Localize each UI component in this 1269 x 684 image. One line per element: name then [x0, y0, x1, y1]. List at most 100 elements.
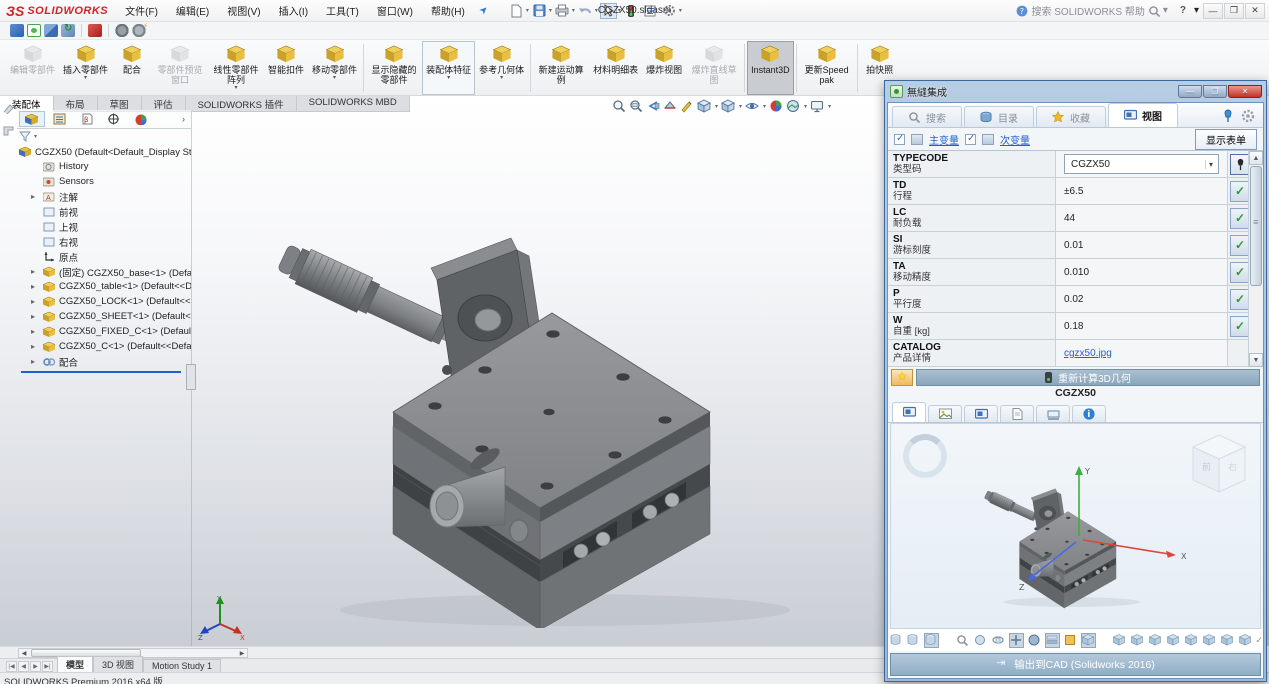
confirm-check-button[interactable]	[1230, 208, 1250, 229]
zoom-fit-icon[interactable]	[612, 99, 626, 113]
undo-button[interactable]	[577, 3, 594, 19]
param-link[interactable]: cgzx50.jpg	[1064, 348, 1112, 359]
chevron-down-icon[interactable]: ▾	[447, 76, 450, 81]
zoom-area-icon[interactable]	[629, 99, 643, 113]
menu-item[interactable]: 窗口(W)	[368, 1, 422, 20]
layers-icon[interactable]	[1045, 633, 1060, 648]
menu-pin-icon[interactable]	[480, 5, 492, 17]
confirm-check-button[interactable]	[1230, 316, 1250, 337]
chevron-down-icon[interactable]: ▾	[333, 76, 336, 81]
tree-expand-arrow[interactable]: ▸	[31, 297, 40, 306]
red-block-icon[interactable]	[88, 24, 102, 37]
view-iso-icon[interactable]	[1112, 633, 1127, 648]
menu-item[interactable]: 文件(F)	[116, 1, 167, 20]
view-dimetric-icon[interactable]	[1237, 633, 1252, 648]
ribbon-button[interactable]: 爆炸视图	[642, 41, 686, 95]
shaded-edges-view-icon[interactable]	[924, 633, 939, 648]
sketch-tool-icon[interactable]	[2, 102, 15, 114]
preview-3d-area[interactable]: 前 右 Y X Z	[890, 423, 1261, 629]
first-tab-button[interactable]: |◀	[6, 661, 17, 672]
tree-expand-arrow[interactable]: ▸	[31, 357, 40, 366]
gear-icon[interactable]	[1241, 109, 1255, 123]
ribbon-button[interactable]: 插入零部件 ▾	[59, 41, 112, 95]
menu-item[interactable]: 帮助(H)	[422, 1, 474, 20]
tree-expand-arrow[interactable]: ▸	[31, 312, 40, 321]
print-button[interactable]	[554, 3, 571, 19]
close-button[interactable]: ✕	[1245, 3, 1265, 19]
scroll-up-arrow[interactable]: ▲	[1249, 151, 1263, 165]
tab-dimxpertmanager[interactable]	[100, 111, 126, 127]
help-button[interactable]: ?	[1176, 5, 1190, 16]
scroll-left-arrow[interactable]: ◀	[19, 650, 29, 657]
tab-configurationmanager[interactable]: β	[73, 111, 99, 127]
chevron-down-icon[interactable]: ▾	[595, 7, 598, 14]
view-front-icon[interactable]	[1130, 633, 1145, 648]
ribbon-tab[interactable]: SOLIDWORKS MBD	[297, 96, 410, 112]
view-settings-icon[interactable]	[810, 99, 824, 113]
tree-item[interactable]: ▸ CGZX50_table<1> (Default<<Defa	[19, 279, 191, 294]
restore-button[interactable]: ❐	[1224, 3, 1244, 19]
export-to-cad-button[interactable]: 输出到CAD (Solidworks 2016)	[890, 653, 1261, 676]
chevron-down-icon[interactable]: ▾	[715, 103, 718, 110]
display-style-icon[interactable]	[721, 99, 735, 113]
section-cube-icon[interactable]	[1063, 633, 1078, 648]
scroll-right-arrow[interactable]: ▶	[237, 650, 247, 657]
ribbon-button[interactable]: 编辑零部件	[6, 41, 59, 95]
tabs-overflow-arrow[interactable]: ›	[178, 114, 189, 124]
macro-gear-icon[interactable]	[132, 24, 146, 37]
tree-expand-arrow[interactable]: ▸	[31, 267, 40, 276]
chevron-down-icon[interactable]: ▾	[84, 76, 87, 81]
view-back-icon[interactable]	[1148, 633, 1163, 648]
model-tab[interactable]: 3D 视图	[93, 656, 143, 672]
ribbon-button[interactable]: 显示隐藏的零部件	[366, 41, 422, 95]
preview-tab[interactable]	[964, 405, 998, 422]
chevron-down-icon[interactable]: ▾	[526, 7, 529, 14]
options-gear-button[interactable]	[661, 3, 678, 19]
menu-item[interactable]: 工具(T)	[317, 1, 368, 20]
tree-item[interactable]: ▸ 配合	[19, 354, 191, 369]
settings-gear-icon[interactable]	[115, 24, 129, 37]
assembly-3d-model[interactable]	[185, 118, 845, 628]
view-left-icon[interactable]	[1166, 633, 1181, 648]
stoplight-icon[interactable]	[623, 3, 640, 19]
tree-item[interactable]: ▸ Sensors	[19, 174, 191, 189]
primary-var-link[interactable]: 主变量	[929, 132, 959, 147]
zoom-icon[interactable]	[955, 633, 970, 648]
chevron-down-icon[interactable]: ▾	[1163, 5, 1168, 16]
last-tab-button[interactable]: ▶|	[42, 661, 53, 672]
new-document-button[interactable]	[508, 3, 525, 19]
view-right-icon[interactable]	[1184, 633, 1199, 648]
view-top-icon[interactable]	[1202, 633, 1217, 648]
chevron-down-icon[interactable]: ▾	[500, 76, 503, 81]
update-refresh-icon[interactable]	[61, 24, 75, 37]
ribbon-button[interactable]: 新建运动算例	[533, 41, 589, 95]
tree-item[interactable]: ▸ 原点	[19, 249, 191, 264]
tab-featuremanager[interactable]	[19, 111, 45, 127]
preview-tab[interactable]	[1036, 405, 1070, 422]
save-button[interactable]	[531, 3, 548, 19]
tree-item[interactable]: ▸ 前视	[19, 204, 191, 219]
scroll-down-arrow[interactable]: ▼	[1249, 353, 1263, 367]
ribbon-button[interactable]: 线性零部件阵列 ▾	[208, 41, 264, 95]
table-scrollbar[interactable]: ▲ ▼	[1248, 151, 1263, 367]
ribbon-button[interactable]: 参考几何体 ▾	[475, 41, 528, 95]
panel-maximize-button[interactable]: ❐	[1203, 85, 1227, 98]
tree-item[interactable]: ▸ CGZX50_SHEET<1> (Default<<Def	[19, 309, 191, 324]
panel-tab[interactable]: 收藏	[1036, 106, 1106, 127]
chevron-down-icon[interactable]: ▾	[572, 7, 575, 14]
import-part-icon[interactable]	[10, 24, 24, 37]
help-search-box[interactable]: ? 搜索 SOLIDWORKS 帮助 ▾	[1012, 2, 1171, 19]
model-tab[interactable]: 模型	[57, 656, 93, 672]
ribbon-button[interactable]: 材料明细表	[589, 41, 642, 95]
ribbon-button[interactable]: 移动零部件 ▾	[308, 41, 361, 95]
chevron-down-icon[interactable]: ▾	[763, 103, 766, 110]
preview-tab[interactable]	[892, 402, 926, 422]
wireframe-view-icon[interactable]	[888, 633, 903, 648]
secondary-var-checkbox[interactable]	[965, 134, 976, 145]
ribbon-button[interactable]: 爆炸直线草图	[686, 41, 742, 95]
tab-displaymanager[interactable]	[127, 111, 153, 127]
ribbon-button[interactable]: 装配体特征 ▾	[422, 41, 475, 95]
tree-expand-arrow[interactable]: ▸	[31, 327, 40, 336]
previous-view-icon[interactable]	[646, 99, 660, 113]
tree-expand-arrow[interactable]: ▸	[31, 192, 40, 201]
